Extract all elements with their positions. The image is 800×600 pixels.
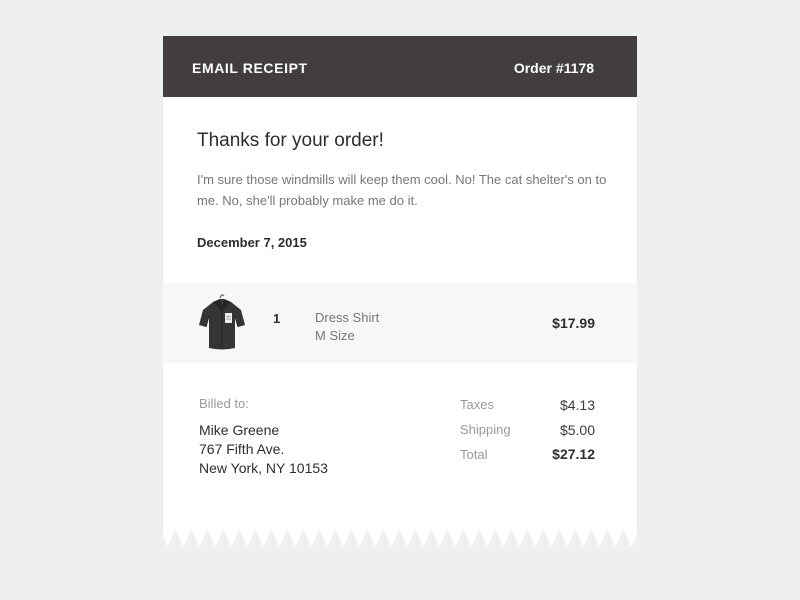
order-date: December 7, 2015 [197, 235, 307, 250]
shipping-label: Shipping [460, 422, 511, 437]
total-label: Total [460, 447, 488, 462]
customer-city: New York, NY 10153 [199, 460, 328, 476]
order-number: Order #1178 [513, 60, 594, 76]
email-receipt-title: EMAIL RECEIPT [192, 60, 308, 76]
item-price: $17.99 [552, 315, 595, 331]
item-quantity: 1 [273, 311, 281, 326]
item-size: M Size [315, 328, 355, 343]
order-item-row: 1 Dress Shirt M Size $17.99 [163, 283, 637, 363]
dress-shirt-image [199, 294, 245, 350]
taxes-label: Taxes [460, 397, 494, 412]
customer-name: Mike Greene [199, 422, 280, 438]
message-text: I'm sure those windmills will keep them … [197, 172, 607, 208]
torn-edge-decoration [163, 529, 637, 547]
taxes-value: $4.13 [559, 397, 595, 413]
receipt-card: EMAIL RECEIPT Order #1178 Thanks for you… [163, 36, 637, 547]
customer-street: 767 Fifth Ave. [199, 441, 285, 457]
item-name: Dress Shirt [315, 310, 380, 325]
total-value: $27.12 [552, 446, 595, 462]
shipping-value: $5.00 [559, 422, 595, 438]
thanks-heading: Thanks for your order! [197, 130, 384, 151]
receipt-header: EMAIL RECEIPT Order #1178 [163, 36, 637, 97]
billed-to-label: Billed to: [199, 396, 249, 411]
